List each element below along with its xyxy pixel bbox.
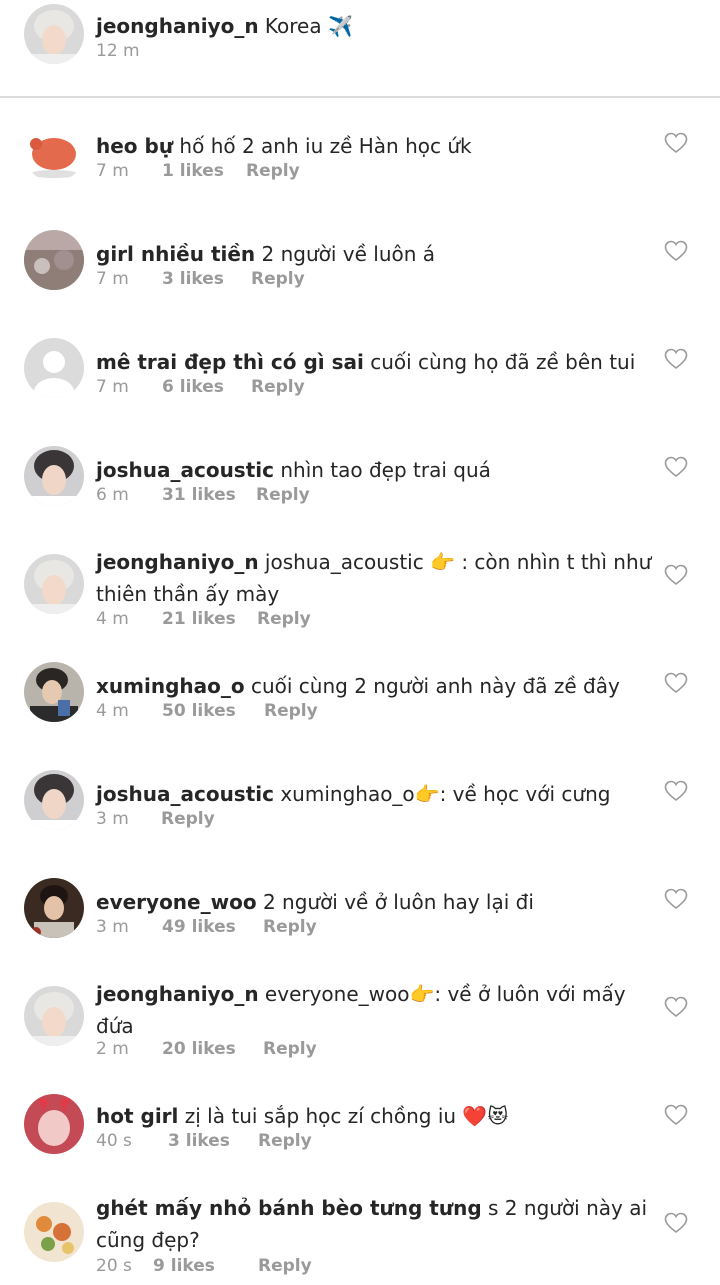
commenter-username[interactable]: jeonghaniyo_n	[96, 550, 259, 574]
comment-text-line: jeonghaniyo_n joshua_acoustic 👉 : còn nh…	[96, 546, 656, 610]
commenter-avatar[interactable]	[24, 662, 84, 722]
comment-time: 3 m	[96, 917, 129, 937]
reply-button[interactable]: Reply	[264, 698, 318, 724]
commenter-avatar[interactable]	[24, 122, 84, 182]
commenter-avatar[interactable]	[24, 986, 84, 1046]
reply-button[interactable]: Reply	[258, 1253, 312, 1279]
comment-text-line: ghét mấy nhỏ bánh bèo tưng tưng s 2 ngườ…	[96, 1192, 656, 1256]
commenter-username[interactable]: heo bự	[96, 134, 173, 158]
like-heart-icon[interactable]	[664, 1104, 688, 1126]
comment-likes[interactable]: 3 likes	[168, 1128, 230, 1154]
comment-time: 6 m	[96, 485, 129, 505]
like-heart-icon[interactable]	[664, 672, 688, 694]
comment-likes[interactable]: 1 likes	[162, 158, 224, 184]
commenter-username[interactable]: joshua_acoustic	[96, 782, 274, 806]
commenter-avatar[interactable]	[24, 1202, 84, 1262]
comment-likes[interactable]: 20 likes	[162, 1036, 236, 1062]
like-heart-icon[interactable]	[664, 780, 688, 802]
reply-button[interactable]: Reply	[251, 374, 305, 400]
reply-button[interactable]: Reply	[256, 482, 310, 508]
commenter-avatar[interactable]	[24, 770, 84, 830]
reply-button[interactable]: Reply	[258, 1128, 312, 1154]
comment-time: 7 m	[96, 161, 129, 181]
comment-text: 2 người về ở luôn hay lại đi	[262, 890, 534, 914]
like-heart-icon[interactable]	[664, 888, 688, 910]
like-heart-icon[interactable]	[664, 996, 688, 1018]
reply-button[interactable]: Reply	[246, 158, 300, 184]
commenter-username[interactable]: girl nhiều tiền	[96, 242, 255, 266]
like-heart-icon[interactable]	[664, 132, 688, 154]
reply-button[interactable]: Reply	[257, 606, 311, 632]
commenter-username[interactable]: everyone_woo	[96, 890, 257, 914]
reply-button[interactable]: Reply	[263, 914, 317, 940]
comment-text: zị là tui sắp học zí chồng iu ❤️😻	[184, 1104, 509, 1128]
comment-text: hố hố 2 anh iu zề Hàn học ứk	[179, 134, 472, 158]
comment-text: 2 người về luôn á	[261, 242, 436, 266]
commenter-username[interactable]: joshua_acoustic	[96, 458, 274, 482]
comment-likes[interactable]: 3 likes	[162, 266, 224, 292]
post-time: 12 m	[96, 41, 140, 61]
post-header: jeonghaniyo_n Korea ✈️ 12 m	[0, 0, 720, 98]
comment-text: cuối cùng họ đã zề bên tui	[370, 350, 636, 374]
commenter-avatar[interactable]	[24, 878, 84, 938]
post-caption-line: jeonghaniyo_n Korea ✈️	[96, 10, 656, 42]
comment-time: 7 m	[96, 269, 129, 289]
comment-likes[interactable]: 31 likes	[162, 482, 236, 508]
commenter-avatar[interactable]	[24, 1094, 84, 1154]
comment-text-line: jeonghaniyo_n everyone_woo👉: về ở luôn v…	[96, 978, 656, 1042]
commenter-username[interactable]: jeonghaniyo_n	[96, 982, 259, 1006]
reply-button[interactable]: Reply	[263, 1036, 317, 1062]
divider	[0, 96, 720, 98]
commenter-username[interactable]: xuminghao_o	[96, 674, 245, 698]
comment-time: 40 s	[96, 1131, 132, 1151]
like-heart-icon[interactable]	[664, 564, 688, 586]
commenter-avatar[interactable]	[24, 230, 84, 290]
post-author-avatar[interactable]	[24, 4, 84, 64]
commenter-avatar[interactable]	[24, 554, 84, 614]
reply-button[interactable]: Reply	[251, 266, 305, 292]
reply-button[interactable]: Reply	[161, 806, 215, 832]
post-caption: Korea ✈️	[264, 14, 353, 38]
comment-text: cuối cùng 2 người anh này đã zề đây	[250, 674, 620, 698]
comment-time: 4 m	[96, 701, 129, 721]
post-author-username[interactable]: jeonghaniyo_n	[96, 14, 259, 38]
comment-likes[interactable]: 49 likes	[162, 914, 236, 940]
commenter-avatar[interactable]	[24, 446, 84, 506]
comment-likes[interactable]: 6 likes	[162, 374, 224, 400]
comment-text: xuminghao_o👉: về học với cưng	[280, 782, 611, 806]
comment-time: 4 m	[96, 609, 129, 629]
like-heart-icon[interactable]	[664, 348, 688, 370]
comment-likes[interactable]: 9 likes	[153, 1253, 215, 1279]
comment-time: 3 m	[96, 809, 129, 829]
comment-time: 7 m	[96, 377, 129, 397]
comment-likes[interactable]: 21 likes	[162, 606, 236, 632]
comment-text: nhìn tao đẹp trai quá	[280, 458, 491, 482]
commenter-username[interactable]: ghét mấy nhỏ bánh bèo tưng tưng	[96, 1196, 482, 1220]
like-heart-icon[interactable]	[664, 456, 688, 478]
comment-likes[interactable]: 50 likes	[162, 698, 236, 724]
comment-time: 2 m	[96, 1039, 129, 1059]
commenter-username[interactable]: hot girl	[96, 1104, 178, 1128]
comment-time: 20 s	[96, 1256, 132, 1276]
commenter-avatar[interactable]	[24, 338, 84, 398]
commenter-username[interactable]: mê trai đẹp thì có gì sai	[96, 350, 364, 374]
like-heart-icon[interactable]	[664, 1212, 688, 1234]
like-heart-icon[interactable]	[664, 240, 688, 262]
